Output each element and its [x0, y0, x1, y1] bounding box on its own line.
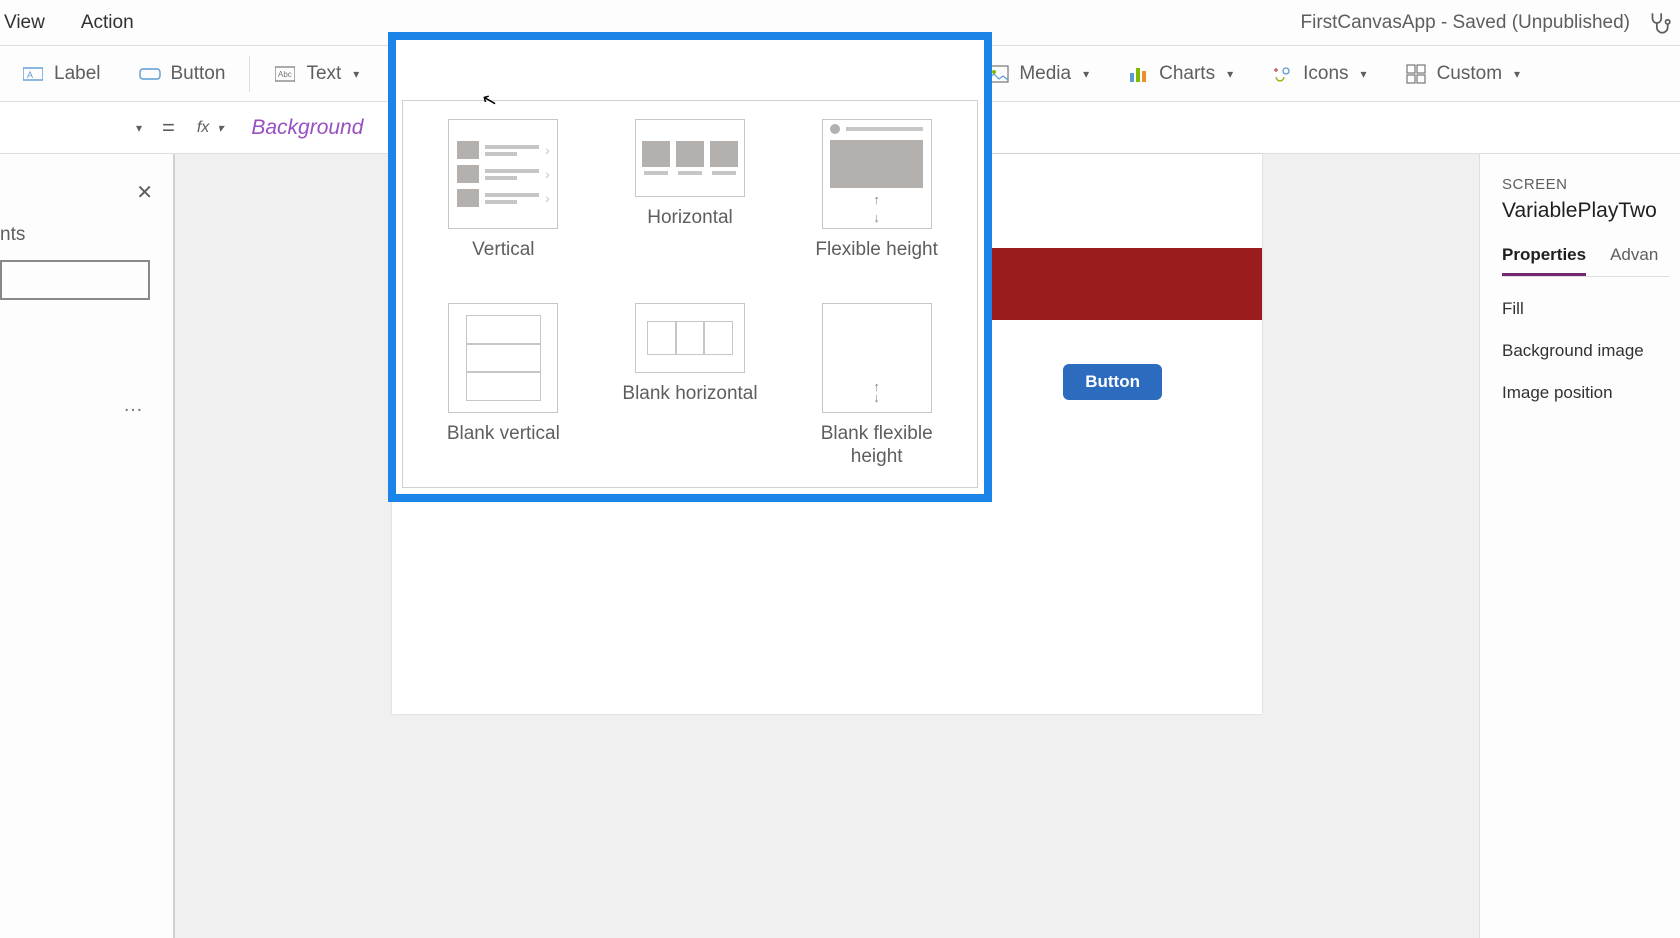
horizontal-thumb — [635, 119, 745, 197]
app-title: FirstCanvasApp - Saved (Unpublished) — [1301, 12, 1631, 34]
properties-panel: SCREEN VariablePlayTwo Properties Advan … — [1480, 154, 1680, 938]
blank-horizontal-thumb — [635, 303, 745, 373]
canvas-button-control[interactable]: Button — [1063, 364, 1162, 400]
panel-tabs: Properties Advan — [1502, 245, 1670, 277]
ribbon-divider — [249, 56, 250, 92]
ribbon-text-label: Text — [306, 63, 341, 85]
prop-background-image[interactable]: Background image — [1502, 341, 1670, 361]
chevron-down-icon: ▾ — [136, 121, 142, 135]
ribbon-icons-label: Icons — [1303, 63, 1348, 85]
chevron-down-icon: ▾ — [1083, 67, 1089, 81]
custom-icon — [1405, 63, 1427, 85]
prop-fill[interactable]: Fill — [1502, 299, 1670, 319]
gallery-option-label: Flexible height — [815, 239, 938, 262]
chevron-down-icon: ▾ — [1514, 67, 1520, 81]
ribbon-charts[interactable]: Charts ▾ — [1111, 57, 1249, 91]
formula-expression[interactable]: Background — [233, 116, 363, 140]
tree-header: nts — [0, 224, 173, 246]
screen-name: VariablePlayTwo — [1502, 199, 1670, 223]
chevron-down-icon: ▾ — [1227, 67, 1233, 81]
gallery-option-label: Vertical — [472, 239, 534, 262]
equals-sign: = — [150, 115, 187, 141]
gallery-option-flexible[interactable]: ↑ ↓ Flexible height — [796, 119, 957, 293]
gallery-option-blank-horizontal[interactable]: Blank horizontal — [610, 303, 771, 477]
svg-text:A: A — [27, 70, 33, 80]
label-icon: A — [22, 63, 44, 85]
tree-item-more-icon[interactable]: … — [123, 394, 145, 417]
text-icon: Abc — [274, 63, 296, 85]
ribbon-button[interactable]: Button — [123, 57, 242, 91]
panel-section-label: SCREEN — [1502, 176, 1670, 193]
tab-advanced[interactable]: Advan — [1610, 245, 1658, 276]
ribbon-text[interactable]: Abc Text ▾ — [258, 57, 375, 91]
tree-search-input[interactable] — [0, 260, 150, 300]
gallery-option-blank-vertical[interactable]: Blank vertical — [423, 303, 584, 477]
button-icon — [139, 63, 161, 85]
blank-flexible-thumb: ↑↓ — [822, 303, 932, 413]
gallery-option-label: Blank vertical — [447, 423, 560, 446]
ribbon-label[interactable]: A Label — [6, 57, 117, 91]
ribbon-custom-label: Custom — [1437, 63, 1502, 85]
menu-action[interactable]: Action — [77, 4, 138, 42]
icons-icon — [1271, 63, 1293, 85]
menu-view[interactable]: View — [0, 4, 49, 42]
flexible-thumb: ↑ ↓ — [822, 119, 932, 229]
close-icon[interactable]: ✕ — [136, 180, 153, 205]
svg-text:Abc: Abc — [278, 70, 292, 79]
ribbon-media-label: Media — [1019, 63, 1071, 85]
gallery-option-label: Blank horizontal — [622, 383, 757, 406]
gallery-option-blank-flexible[interactable]: ↑↓ Blank flexible height — [796, 303, 957, 477]
blank-vertical-thumb — [448, 303, 558, 413]
ribbon-custom[interactable]: Custom ▾ — [1389, 57, 1537, 91]
chevron-down-icon: ▾ — [353, 67, 359, 81]
app-checker-icon[interactable] — [1646, 10, 1672, 36]
tree-view-panel: ✕ nts … — [0, 154, 175, 938]
prop-image-position[interactable]: Image position — [1502, 383, 1670, 403]
ribbon-button-text: Button — [171, 63, 226, 85]
property-dropdown[interactable]: ▾ — [0, 110, 150, 146]
gallery-option-horizontal[interactable]: Horizontal — [610, 119, 771, 293]
ribbon-icons[interactable]: Icons ▾ — [1255, 57, 1382, 91]
app-title-area: FirstCanvasApp - Saved (Unpublished) — [1301, 10, 1680, 36]
chevron-down-icon: ▾ — [217, 121, 223, 135]
chevron-down-icon: ▾ — [1361, 67, 1367, 81]
vertical-thumb: › › › — [448, 119, 558, 229]
fx-button[interactable]: fx ▾ — [187, 115, 233, 141]
fx-label: fx — [197, 119, 209, 137]
tab-properties[interactable]: Properties — [1502, 245, 1586, 276]
gallery-option-label: Blank flexible height — [796, 423, 957, 469]
ribbon-label-text: Label — [54, 63, 101, 85]
gallery-options-grid: › › › Vertical Horizontal — [402, 100, 978, 488]
charts-icon — [1127, 63, 1149, 85]
gallery-option-vertical[interactable]: › › › Vertical — [423, 119, 584, 293]
gallery-dropdown: ↖ › › › Vertical Horizontal — [388, 32, 992, 502]
ribbon-charts-label: Charts — [1159, 63, 1215, 85]
gallery-option-label: Horizontal — [647, 207, 733, 230]
